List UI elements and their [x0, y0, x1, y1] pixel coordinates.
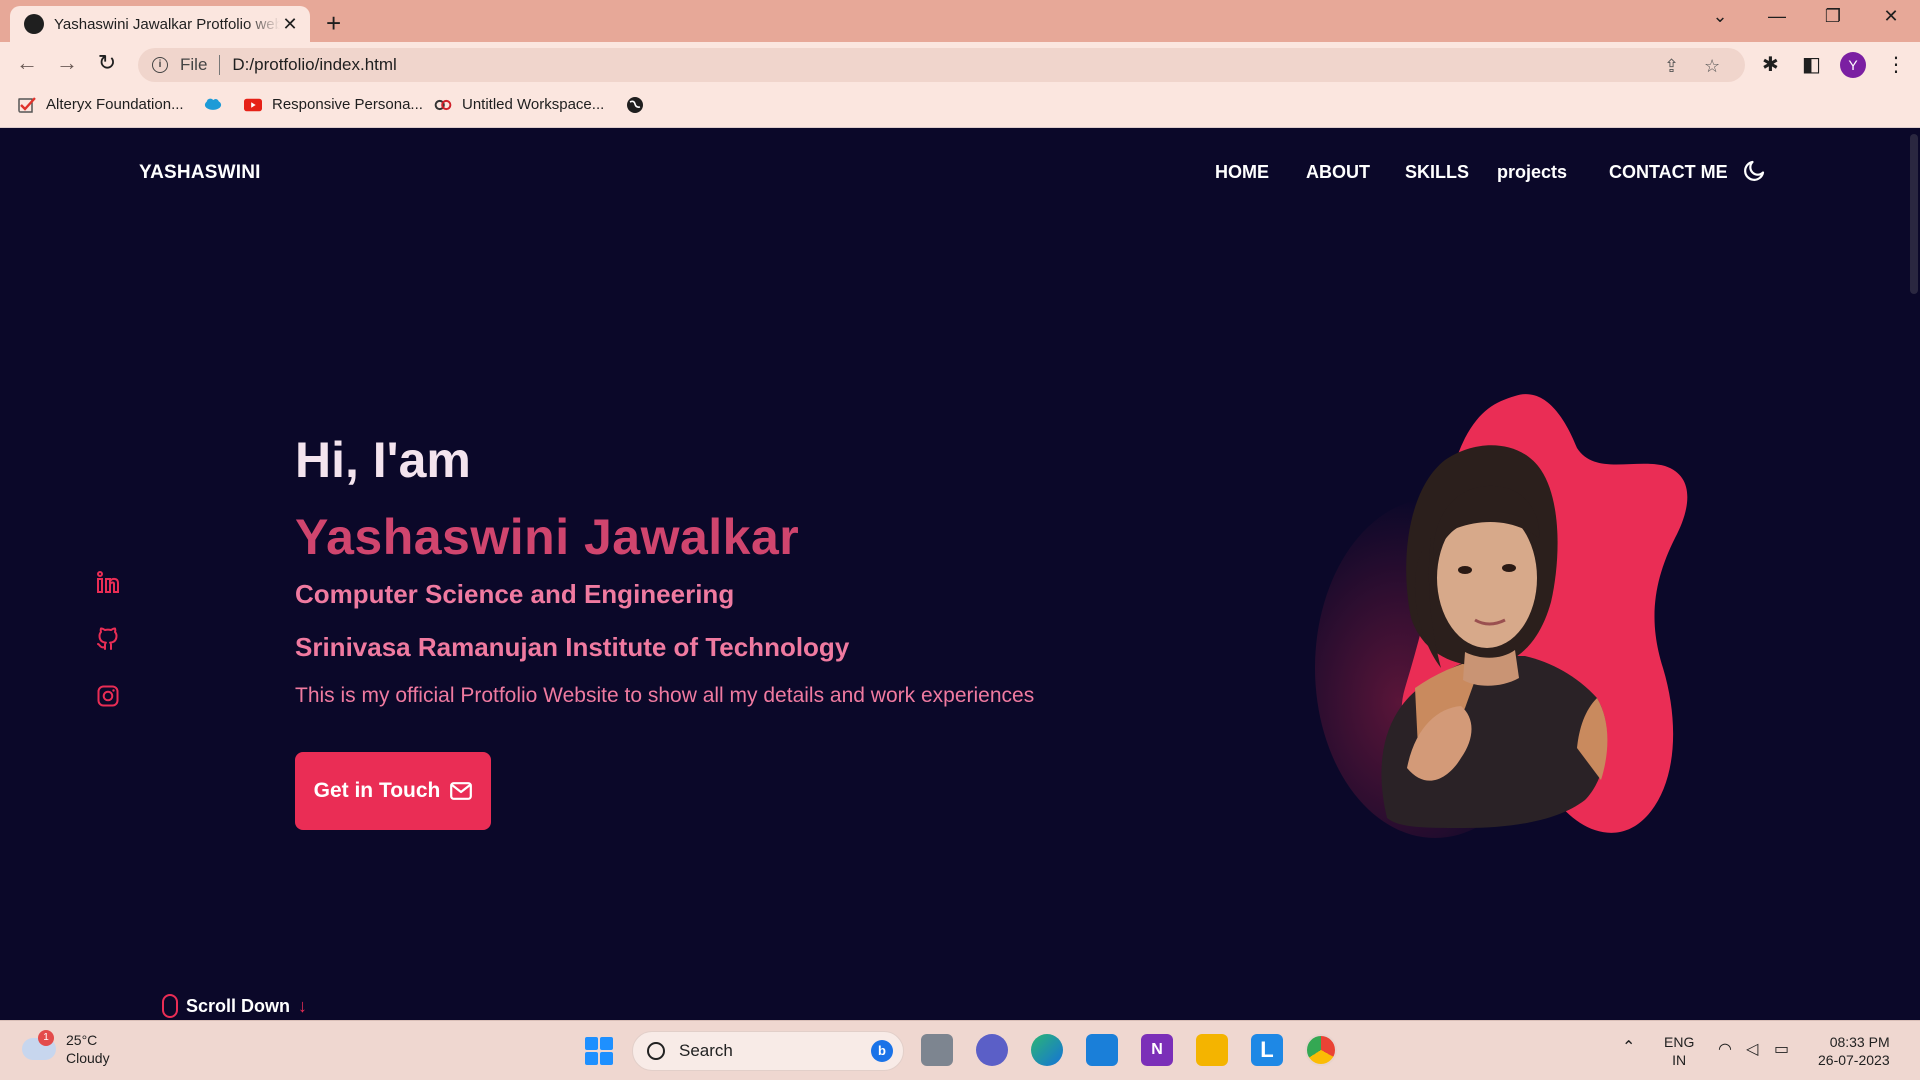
volume-icon[interactable]: ◁ [1746, 1041, 1758, 1059]
weather-widget[interactable]: 1 25°C Cloudy [22, 1030, 110, 1067]
portfolio-page: YASHASWINI HOME ABOUT SKILLS projects CO… [0, 128, 1908, 1020]
extensions-icon[interactable]: ✱ [1762, 52, 1779, 77]
hero-name: Yashaswini Jawalkar [295, 509, 800, 565]
windows-taskbar: 1 25°C Cloudy Search b N L ⌃ ENG IN ◠ ◁ … [0, 1020, 1920, 1080]
instagram-icon[interactable] [96, 684, 120, 708]
scroll-down-link[interactable]: Scroll Down ↓ [162, 994, 307, 1018]
taskbar-search[interactable]: Search b [632, 1031, 904, 1071]
mouse-icon [162, 994, 178, 1018]
l-app-icon[interactable]: L [1251, 1034, 1283, 1066]
nav-home[interactable]: HOME [1215, 162, 1269, 183]
browser-tab-bar: Yashaswini Jawalkar Protfolio website ✕ … [0, 0, 1920, 42]
github-icon[interactable] [96, 627, 120, 651]
clock-time: 08:33 PM [1829, 1034, 1890, 1050]
tab-title: Yashaswini Jawalkar Protfolio website [54, 15, 280, 33]
nav-contact[interactable]: CONTACT ME [1609, 162, 1728, 183]
task-view-icon[interactable] [921, 1034, 953, 1066]
bookmark-label: Alteryx Foundation... [46, 96, 184, 113]
nav-projects[interactable]: projects [1497, 162, 1567, 183]
lang-bottom: IN [1672, 1052, 1687, 1068]
weather-temp: 25°C [66, 1032, 98, 1048]
nav-about[interactable]: ABOUT [1306, 162, 1370, 183]
divider [219, 55, 221, 75]
new-tab-button[interactable]: + [326, 8, 341, 39]
side-panel-icon[interactable]: ◧ [1802, 52, 1821, 77]
bookmark-globe[interactable] [626, 96, 654, 114]
lang-top: ENG [1664, 1034, 1695, 1050]
scroll-thumb[interactable] [1910, 134, 1918, 294]
cloud-icon: 1 [22, 1030, 56, 1060]
restore-button[interactable]: ❐ [1818, 6, 1848, 27]
profile-photo [1315, 394, 1688, 838]
checkmark-icon [18, 96, 36, 113]
menu-kebab-icon[interactable]: ⋮ [1886, 52, 1906, 77]
language-indicator[interactable]: ENG IN [1664, 1033, 1694, 1069]
hero-institute: Srinivasa Ramanujan Institute of Technol… [295, 632, 850, 662]
info-icon[interactable]: i [152, 57, 168, 73]
wifi-icon[interactable]: ◠ [1718, 1041, 1732, 1059]
tray-chevron-icon[interactable]: ⌃ [1622, 1039, 1635, 1057]
clock-date: 26-07-2023 [1818, 1052, 1890, 1068]
search-label: Search [679, 1041, 733, 1060]
bookmark-youtube[interactable]: Responsive Persona... [244, 96, 423, 113]
edge-icon[interactable] [1031, 1034, 1063, 1066]
file-explorer-icon[interactable] [1196, 1034, 1228, 1066]
profile-avatar[interactable]: Y [1840, 52, 1866, 78]
greeting: Hi, I'am [295, 432, 471, 488]
mail-icon[interactable] [1086, 1034, 1118, 1066]
bookmark-workspace[interactable]: Untitled Workspace... [434, 96, 604, 113]
browser-tab[interactable]: Yashaswini Jawalkar Protfolio website ✕ [10, 6, 310, 42]
close-window-button[interactable]: ✕ [1876, 6, 1906, 27]
salesforce-cloud-icon [204, 98, 222, 110]
reload-button[interactable]: ↻ [92, 50, 122, 76]
youtube-icon [244, 98, 262, 111]
bookmark-star-icon[interactable]: ☆ [1704, 56, 1720, 77]
clock[interactable]: 08:33 PM 26-07-2023 [1818, 1033, 1890, 1069]
chrome-icon[interactable] [1305, 1034, 1337, 1066]
moon-icon[interactable] [1743, 158, 1767, 182]
hero-description: This is my official Protfolio Website to… [295, 684, 1035, 707]
scroll-down-label: Scroll Down [186, 995, 291, 1016]
browser-toolbar: ← → ↻ i File D:/protfolio/index.html ⇪ ☆ [0, 42, 1920, 88]
windows-start-icon[interactable] [585, 1037, 613, 1065]
onenote-icon[interactable]: N [1141, 1034, 1173, 1066]
search-icon [647, 1042, 665, 1060]
close-tab-icon[interactable]: ✕ [280, 14, 300, 35]
bookmarks-bar: Alteryx Foundation... Responsive Persona… [0, 88, 1920, 128]
forward-button[interactable]: → [52, 50, 82, 76]
notification-badge: 1 [38, 1030, 54, 1046]
tab-search-icon[interactable]: ⌄ [1705, 6, 1735, 27]
mail-icon [450, 782, 473, 800]
battery-icon[interactable]: ▭ [1774, 1041, 1789, 1059]
get-in-touch-button[interactable]: Get in Touch [295, 752, 491, 830]
back-button[interactable]: ← [12, 50, 42, 76]
globe-icon [627, 97, 643, 113]
site-logo[interactable]: YASHASWINI [139, 162, 261, 184]
page-scrollbar[interactable] [1908, 128, 1920, 1020]
hero-field: Computer Science and Engineering [295, 579, 735, 609]
bookmark-label: Untitled Workspace... [462, 96, 605, 113]
bookmark-alteryx[interactable]: Alteryx Foundation... [18, 96, 184, 113]
url-scheme: File [180, 55, 208, 74]
bookmark-label: Responsive Persona... [272, 96, 423, 113]
cta-label: Get in Touch [313, 779, 441, 802]
nav-skills[interactable]: SKILLS [1405, 162, 1469, 183]
address-bar[interactable]: i File D:/protfolio/index.html ⇪ ☆ [138, 48, 1745, 82]
globe-icon [24, 14, 44, 34]
linkedin-icon[interactable] [96, 570, 120, 594]
minimize-button[interactable]: — [1762, 6, 1792, 27]
bing-icon[interactable]: b [871, 1040, 893, 1062]
url-text[interactable]: D:/protfolio/index.html [232, 55, 396, 75]
link-icon [434, 99, 452, 110]
arrow-down-icon: ↓ [298, 995, 308, 1016]
weather-condition: Cloudy [66, 1050, 110, 1066]
teams-icon[interactable] [976, 1034, 1008, 1066]
share-icon[interactable]: ⇪ [1664, 56, 1679, 77]
bookmark-salesforce[interactable] [204, 96, 232, 112]
